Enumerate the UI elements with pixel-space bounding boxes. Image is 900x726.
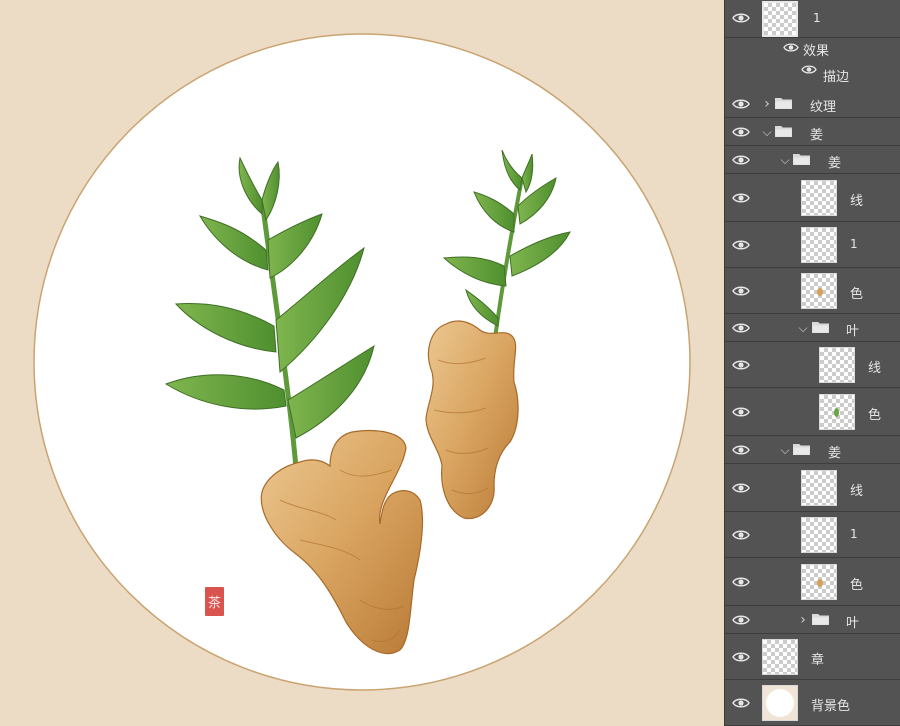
chevron-down-icon[interactable]: ⌵ bbox=[798, 322, 808, 334]
layer-row-color1[interactable]: 色 bbox=[725, 268, 900, 314]
seal-stamp: 茶 bbox=[205, 587, 224, 616]
layer-row-effects[interactable]: 效果 bbox=[725, 38, 900, 59]
visibility-eye-icon[interactable] bbox=[732, 239, 750, 251]
visibility-eye-icon[interactable] bbox=[732, 322, 750, 334]
layer-thumbnail[interactable] bbox=[762, 685, 798, 721]
layer-name: 背景色 bbox=[811, 699, 851, 714]
thumbnail-leaf bbox=[834, 408, 839, 417]
visibility-eye-icon[interactable] bbox=[732, 651, 750, 663]
layer-row-line1[interactable]: 线 bbox=[725, 174, 900, 222]
layer-row-one2[interactable]: 1 bbox=[725, 512, 900, 558]
folder-icon bbox=[775, 97, 792, 109]
thumbnail-circle bbox=[766, 689, 794, 717]
visibility-eye-icon[interactable] bbox=[732, 576, 750, 588]
layer-row-bg-color[interactable]: 背景色 bbox=[725, 680, 900, 726]
layer-name: 色 bbox=[868, 408, 882, 423]
layer-thumbnail[interactable] bbox=[801, 273, 837, 309]
layer-row-ginger-sub2[interactable]: ⌵ 姜 bbox=[725, 436, 900, 464]
layer-name: 线 bbox=[868, 361, 882, 376]
layer-thumbnail[interactable] bbox=[819, 394, 855, 430]
visibility-eye-icon[interactable] bbox=[732, 444, 750, 456]
chevron-down-icon[interactable]: ⌵ bbox=[780, 154, 790, 166]
layer-row-stroke[interactable]: 描边 bbox=[725, 58, 900, 90]
visibility-eye-icon[interactable] bbox=[732, 192, 750, 204]
visibility-eye-icon[interactable] bbox=[732, 614, 750, 626]
visibility-eye-icon[interactable] bbox=[732, 359, 750, 371]
layer-row-leaf-line[interactable]: 线 bbox=[725, 342, 900, 388]
layer-row-leaf-color[interactable]: 色 bbox=[725, 388, 900, 436]
layer-name: 1 bbox=[813, 11, 821, 25]
layer-row-leaf-group2[interactable]: › 叶 bbox=[725, 606, 900, 634]
layers-panel: 1 效果 描边 › 纹理 ⌵ 姜 ⌵ 姜线 1 色 ⌵ 叶线色 ⌵ 姜线 1 色 › 叶章背景色 bbox=[724, 0, 900, 726]
layer-name: 色 bbox=[850, 578, 864, 593]
visibility-eye-icon[interactable] bbox=[732, 482, 750, 494]
chevron-down-icon[interactable]: ⌵ bbox=[780, 444, 790, 456]
layer-thumbnail[interactable] bbox=[762, 1, 798, 37]
layer-name: 1 bbox=[850, 237, 858, 251]
folder-icon bbox=[775, 125, 792, 137]
layer-row-stamp[interactable]: 章 bbox=[725, 634, 900, 680]
layer-name: 效果 bbox=[803, 44, 830, 59]
layer-row-top[interactable]: 1 bbox=[725, 0, 900, 38]
layer-name: 叶 bbox=[846, 616, 860, 631]
thumbnail-ginger bbox=[817, 288, 823, 296]
layer-name: 姜 bbox=[828, 156, 842, 171]
layer-row-ginger-group[interactable]: ⌵ 姜 bbox=[725, 118, 900, 146]
chevron-right-icon[interactable]: › bbox=[798, 613, 808, 627]
layer-thumbnail[interactable] bbox=[801, 517, 837, 553]
chevron-right-icon[interactable]: › bbox=[762, 97, 772, 111]
layer-name: 线 bbox=[850, 194, 864, 209]
visibility-eye-icon[interactable] bbox=[732, 529, 750, 541]
visibility-eye-icon[interactable] bbox=[732, 697, 750, 709]
layer-row-color2[interactable]: 色 bbox=[725, 558, 900, 606]
folder-icon bbox=[793, 153, 810, 165]
seal-text: 茶 bbox=[208, 595, 221, 611]
layer-thumbnail[interactable] bbox=[801, 227, 837, 263]
layer-row-line2[interactable]: 线 bbox=[725, 464, 900, 512]
layer-name: 1 bbox=[850, 527, 858, 541]
layer-row-leaf-group1[interactable]: ⌵ 叶 bbox=[725, 314, 900, 342]
layer-row-texture[interactable]: › 纹理 bbox=[725, 90, 900, 118]
folder-icon bbox=[812, 613, 829, 625]
layer-thumbnail[interactable] bbox=[819, 347, 855, 383]
layer-name: 姜 bbox=[828, 446, 842, 461]
layer-thumbnail[interactable] bbox=[801, 180, 837, 216]
visibility-eye-icon[interactable] bbox=[732, 285, 750, 297]
visibility-eye-icon[interactable] bbox=[732, 98, 750, 110]
layer-thumbnail[interactable] bbox=[801, 470, 837, 506]
layer-thumbnail[interactable] bbox=[801, 564, 837, 600]
folder-icon bbox=[793, 443, 810, 455]
folder-icon bbox=[812, 321, 829, 333]
visibility-eye-icon[interactable] bbox=[732, 154, 750, 166]
chevron-down-icon[interactable]: ⌵ bbox=[762, 126, 772, 138]
layer-thumbnail[interactable] bbox=[762, 639, 798, 675]
layer-name: 章 bbox=[811, 653, 825, 668]
layer-name: 纹理 bbox=[810, 100, 837, 115]
thumbnail-ginger bbox=[817, 579, 823, 587]
effect-visibility-eye-icon[interactable] bbox=[801, 64, 817, 75]
layer-name: 描边 bbox=[823, 70, 850, 85]
visibility-eye-icon[interactable] bbox=[732, 406, 750, 418]
layer-row-ginger-sub1[interactable]: ⌵ 姜 bbox=[725, 146, 900, 174]
canvas-area[interactable]: 茶 bbox=[0, 0, 724, 726]
effect-visibility-eye-icon[interactable] bbox=[783, 42, 799, 53]
layer-name: 色 bbox=[850, 287, 864, 302]
visibility-eye-icon[interactable] bbox=[732, 126, 750, 138]
layer-name: 线 bbox=[850, 484, 864, 499]
artwork: 茶 bbox=[33, 33, 691, 691]
layer-row-one1[interactable]: 1 bbox=[725, 222, 900, 268]
layer-name: 叶 bbox=[846, 324, 860, 339]
visibility-eye-icon[interactable] bbox=[732, 12, 750, 24]
layer-name: 姜 bbox=[810, 128, 824, 143]
